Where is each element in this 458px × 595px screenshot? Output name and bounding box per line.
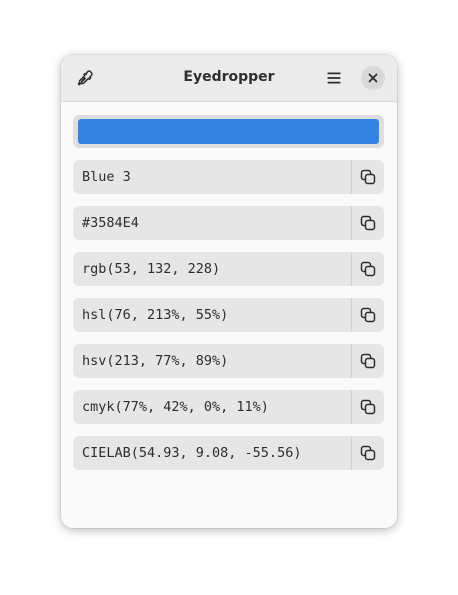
hsv-value-field[interactable]: hsv(213, 77%, 89%) [73,344,351,378]
close-icon [368,73,378,83]
copy-cielab-button[interactable] [351,436,384,470]
format-row-hex: #3584E4 [73,206,384,240]
edit-copy-icon [360,353,376,369]
color-swatch [78,119,379,144]
edit-copy-icon [360,399,376,415]
format-row-hsl: hsl(76, 213%, 55%) [73,298,384,332]
edit-copy-icon [360,307,376,323]
close-button[interactable] [361,66,385,90]
format-row-name: Blue 3 [73,160,384,194]
format-row-rgb: rgb(53, 132, 228) [73,252,384,286]
header-bar: Eyedropper [61,55,397,102]
copy-hsv-button[interactable] [351,344,384,378]
copy-name-button[interactable] [351,160,384,194]
cmyk-value-field[interactable]: cmyk(77%, 42%, 0%, 11%) [73,390,351,424]
copy-hsl-button[interactable] [351,298,384,332]
rgb-value-field[interactable]: rgb(53, 132, 228) [73,252,351,286]
edit-copy-icon [360,215,376,231]
format-list: Blue 3 #3584E4 rgb(53, 132, 228) hsl(76,… [73,160,384,482]
name-value-field[interactable]: Blue 3 [73,160,351,194]
copy-hex-button[interactable] [351,206,384,240]
color-swatch-frame [73,115,384,148]
edit-copy-icon [360,169,376,185]
format-row-cmyk: cmyk(77%, 42%, 0%, 11%) [73,390,384,424]
eyedropper-window: Eyedropper Blue 3 #3584E4 rgb(53, 132, 2… [61,55,397,528]
hsl-value-field[interactable]: hsl(76, 213%, 55%) [73,298,351,332]
edit-copy-icon [360,261,376,277]
main-menu-button[interactable] [320,64,348,92]
edit-copy-icon [360,445,376,461]
copy-rgb-button[interactable] [351,252,384,286]
hex-value-field[interactable]: #3584E4 [73,206,351,240]
cielab-value-field[interactable]: CIELAB(54.93, 9.08, -55.56) [73,436,351,470]
hamburger-menu-icon [326,70,342,86]
copy-cmyk-button[interactable] [351,390,384,424]
format-row-cielab: CIELAB(54.93, 9.08, -55.56) [73,436,384,470]
format-row-hsv: hsv(213, 77%, 89%) [73,344,384,378]
